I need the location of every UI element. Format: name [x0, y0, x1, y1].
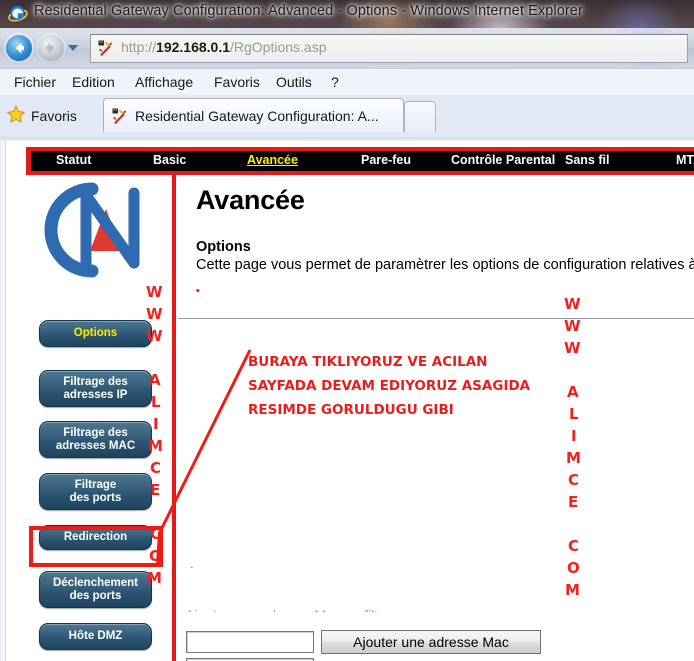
- title-bar: Residential Gateway Configuration: Advan…: [0, 0, 694, 28]
- watermark-left-i: I: [153, 415, 159, 433]
- sidebar-item-declenchement-ports[interactable]: Déclenchement des ports: [39, 571, 152, 608]
- tab-title: Residential Gateway Configuration: A...: [135, 107, 379, 124]
- section-title: Options: [196, 239, 251, 255]
- favorites-bar-button[interactable]: Favoris: [6, 103, 77, 129]
- sidebar-label-declenchement-ports: Déclenchement des ports: [52, 576, 138, 602]
- favorites-label: Favoris: [31, 108, 77, 124]
- watermark-left-o: O: [149, 547, 162, 565]
- menu-bar: Fichier Edition Affichage Favoris Outils…: [0, 68, 694, 96]
- forward-button[interactable]: [38, 35, 64, 61]
- browser-window: Residential Gateway Configuration: Advan…: [0, 0, 694, 661]
- sidebar-label-filtrage-mac: Filtrage des adresses MAC: [55, 426, 136, 452]
- stray-mark-1: •: [195, 287, 201, 297]
- new-tab-button[interactable]: [404, 101, 436, 132]
- sidebar-label-filtrage-ip: Filtrage des adresses IP: [63, 375, 128, 401]
- callout-line-2: SAYFADA DEVAM EDIYORUZ ASAGIDA: [248, 378, 531, 394]
- sidebar-item-redirection[interactable]: Redirection: [39, 525, 152, 550]
- address-bar-row: http://192.168.0.1/RgOptions.asp: [0, 28, 694, 68]
- menu-help[interactable]: ?: [327, 73, 343, 91]
- nav-item-statut[interactable]: Statut: [56, 153, 91, 167]
- section-description: Cette page vous permet de paramètrer les…: [196, 257, 694, 273]
- site-navigation: Statut Basic Avancée Pare-feu Contrôle P…: [6, 147, 694, 175]
- watermark-left-m2: M: [147, 569, 162, 587]
- sidebar-label-options: Options: [73, 327, 118, 339]
- nav-item-basic[interactable]: Basic: [153, 153, 186, 167]
- watermark-right-c: C: [568, 471, 580, 489]
- watermark-left-w3: W: [146, 327, 163, 345]
- watermark-right-w3: W: [564, 339, 581, 357]
- menu-outils[interactable]: Outils: [272, 73, 316, 91]
- menu-edition[interactable]: Edition: [68, 73, 119, 91]
- watermark-left-c: C: [150, 459, 162, 477]
- watermark-right-o: O: [567, 559, 580, 577]
- page-title: Avancée: [196, 185, 305, 215]
- browser-tab-active[interactable]: Residential Gateway Configuration: A...: [103, 98, 404, 132]
- watermark-left-m: M: [148, 437, 163, 455]
- nav-item-avancee[interactable]: Avancée: [247, 153, 298, 167]
- watermark-right-m2: M: [565, 581, 580, 599]
- sidebar-item-filtrage-ip[interactable]: Filtrage des adresses IP: [39, 370, 152, 407]
- sidebar-label-redirection: Redirection: [63, 531, 128, 543]
- watermark-right-i: I: [571, 427, 577, 445]
- nav-item-pare-feu[interactable]: Pare-feu: [361, 153, 411, 167]
- add-mac-address-button[interactable]: Ajouter une adresse Mac: [321, 630, 541, 654]
- back-button[interactable]: [6, 35, 32, 61]
- watermark-right-a: A: [567, 383, 579, 401]
- watermark-right-c2: C: [568, 537, 580, 555]
- sidebar-label-hote-dmz: Hôte DMZ: [68, 630, 123, 642]
- menu-affichage[interactable]: Affichage: [131, 73, 197, 91]
- internet-explorer-icon: [8, 4, 28, 24]
- sidebar-item-options[interactable]: Options: [39, 320, 152, 347]
- menu-favoris[interactable]: Favoris: [210, 73, 264, 91]
- menu-fichier[interactable]: Fichier: [10, 73, 60, 91]
- address-input[interactable]: http://192.168.0.1/RgOptions.asp: [90, 34, 688, 63]
- watermark-right-l: L: [569, 405, 579, 423]
- site-favicon-icon: [97, 39, 115, 57]
- sidebar-item-filtrage-ports[interactable]: Filtrage des ports: [39, 473, 152, 510]
- history-dropdown-icon[interactable]: [68, 45, 78, 51]
- tab-strip: Favoris Residential Gateway Configuratio…: [0, 95, 694, 141]
- watermark-left-e: E: [150, 481, 161, 499]
- sidebar-item-hote-dmz[interactable]: Hôte DMZ: [39, 623, 152, 650]
- watermark-left-w2: W: [146, 305, 163, 323]
- watermark-left-a: A: [149, 371, 161, 389]
- star-icon: [6, 105, 26, 127]
- tab-favicon-icon: [111, 107, 129, 125]
- window-title: Residential Gateway Configuration: Advan…: [34, 3, 583, 19]
- sidebar-item-filtrage-mac[interactable]: Filtrage des adresses MAC: [39, 421, 152, 458]
- window-chrome: Residential Gateway Configuration: Advan…: [0, 0, 694, 141]
- watermark-left-w1: W: [146, 283, 163, 301]
- watermark-right-m: M: [566, 449, 581, 467]
- cn-logo: [30, 179, 160, 284]
- nav-item-sans-fil[interactable]: Sans fil: [565, 153, 609, 167]
- sidebar: Options Filtrage des adresses IP Filtrag…: [6, 175, 172, 661]
- nav-item-mta[interactable]: MTA: [676, 153, 694, 167]
- sidebar-label-filtrage-ports: Filtrage des ports: [69, 478, 122, 504]
- watermark-left-l: L: [151, 393, 161, 411]
- watermark-left-c2: C: [150, 525, 162, 543]
- callout-line-1: BURAYA TIKLIYORUZ VE ACILAN: [248, 354, 488, 370]
- watermark-right-e: E: [568, 493, 579, 511]
- mac-address-input[interactable]: [186, 631, 314, 653]
- address-url-text: http://192.168.0.1/RgOptions.asp: [121, 39, 327, 55]
- mac-filter-label: Ajouter une adresse Mac au filtre :: [185, 607, 399, 623]
- watermark-right-w1: W: [564, 295, 581, 313]
- callout-line-3: RESIMDE GORULDUGU GIBI: [248, 402, 454, 418]
- nav-black-bar: Statut Basic Avancée Pare-feu Contrôle P…: [31, 151, 694, 171]
- watermark-right-w2: W: [564, 317, 581, 335]
- content-divider: [178, 318, 694, 319]
- nav-item-controle-parental[interactable]: Contrôle Parental: [451, 153, 555, 167]
- content-artifact-dot: .: [190, 556, 194, 571]
